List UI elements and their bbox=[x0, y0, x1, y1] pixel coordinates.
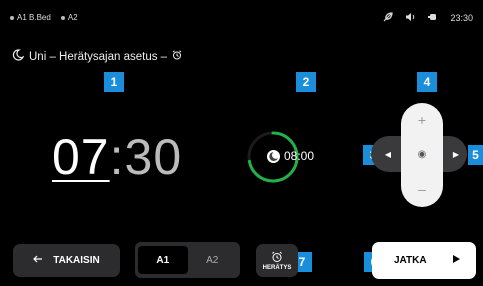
next-button[interactable]: JATKA bbox=[372, 242, 476, 279]
status-bed-a1: A1 B.Bed bbox=[10, 13, 51, 22]
alarm-separator: : bbox=[109, 129, 125, 185]
back-button[interactable]: TAKAISIN bbox=[13, 244, 120, 277]
status-right: 23:30 bbox=[383, 12, 473, 24]
dpad-left-button[interactable]: ◀ bbox=[381, 146, 395, 162]
segment-a2[interactable]: A2 bbox=[188, 246, 238, 274]
page-title: Uni – Herätysajan asetus – bbox=[12, 49, 182, 64]
sleep-moon-icon bbox=[12, 49, 25, 64]
status-bed-a2: A2 bbox=[60, 13, 78, 22]
dpad-down-button[interactable]: – bbox=[414, 180, 430, 198]
wake-button[interactable]: HERÄTYS bbox=[256, 244, 298, 277]
badge-5: 5 bbox=[468, 145, 483, 165]
back-button-label: TAKAISIN bbox=[53, 255, 100, 266]
next-button-label: JATKA bbox=[394, 255, 427, 266]
speaker-icon bbox=[405, 12, 416, 24]
sleep-duration: 08:00 bbox=[267, 149, 314, 163]
alarm-clock-icon bbox=[172, 50, 182, 63]
arrow-left-icon bbox=[33, 255, 43, 266]
dpad-center-button[interactable]: ◉ bbox=[413, 146, 431, 162]
alarm-hours[interactable]: 07 bbox=[52, 129, 110, 185]
feather-icon bbox=[383, 12, 394, 24]
alarm-clock-icon bbox=[271, 251, 283, 265]
bed-segmented-control: A1 A2 bbox=[135, 242, 240, 278]
sleep-half-moon-icon bbox=[267, 149, 280, 163]
segment-a1[interactable]: A1 bbox=[138, 246, 188, 274]
badge-4: 4 bbox=[417, 72, 437, 92]
alarm-time[interactable]: 07:30 bbox=[52, 128, 182, 186]
wake-button-label: HERÄTYS bbox=[262, 264, 292, 271]
alarm-minutes[interactable]: 30 bbox=[125, 129, 183, 185]
status-time: 23:30 bbox=[450, 13, 473, 23]
dpad-up-button[interactable]: + bbox=[414, 111, 430, 129]
status-left: A1 B.Bed A2 bbox=[10, 13, 78, 22]
dpad-right-button[interactable]: ▶ bbox=[449, 146, 463, 162]
page-title-text: Uni – Herätysajan asetus – bbox=[29, 50, 168, 63]
badge-1: 1 bbox=[104, 72, 124, 92]
battery-icon bbox=[428, 13, 438, 23]
play-triangle-icon bbox=[453, 255, 460, 266]
sleep-duration-value: 08:00 bbox=[284, 149, 315, 163]
badge-2: 2 bbox=[296, 72, 316, 92]
